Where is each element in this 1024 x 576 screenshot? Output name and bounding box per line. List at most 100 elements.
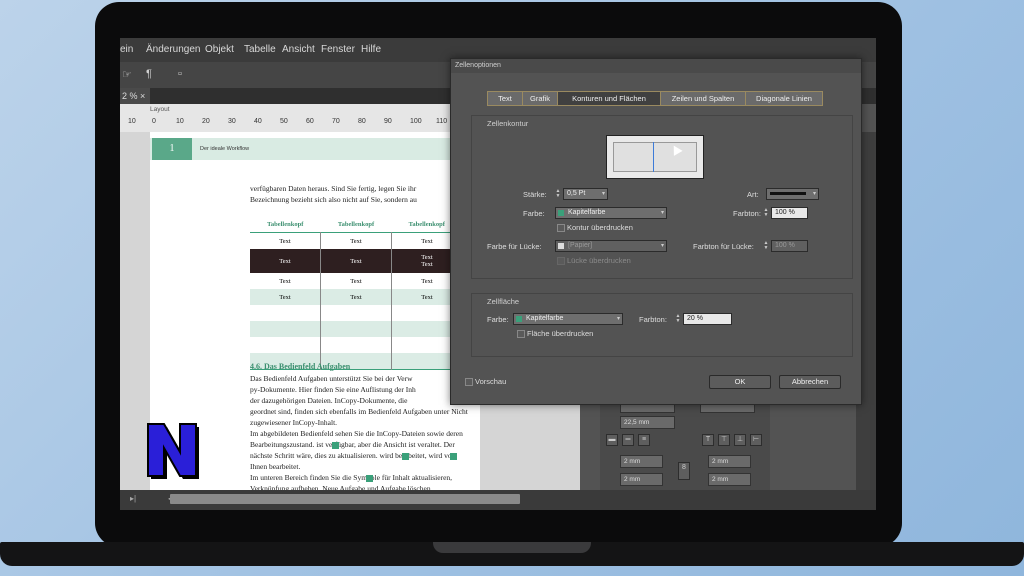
table-header: Tabellenkopf	[337, 220, 375, 228]
tab-diagonal-lines[interactable]: Diagonale Linien	[745, 91, 823, 106]
status-bar: ▸| ◂	[120, 490, 876, 510]
gap-tint-field[interactable]: 100 %	[771, 240, 808, 252]
table-cell[interactable]: Text	[250, 249, 321, 273]
tab-strokes-fills[interactable]: Konturen und Flächen	[557, 91, 661, 106]
table-cell[interactable]	[250, 305, 321, 321]
inset-top-field[interactable]: 2 mm	[620, 455, 663, 468]
content-table[interactable]: Tabellenkopf Tabellenkopf Tabellenkopf T…	[250, 216, 462, 370]
dialog-titlebar[interactable]: Zellenoptionen	[451, 59, 861, 73]
cell-fill-label: Zellfläche	[487, 297, 520, 306]
preview-checkbox[interactable]	[465, 378, 473, 386]
color-swatch	[558, 243, 564, 249]
table-cell[interactable]: Text	[250, 289, 321, 305]
stroke-tint-label: Farbton:	[733, 209, 761, 218]
menu-item-view[interactable]: Ansicht	[282, 44, 315, 55]
body-line: Das Bedienfeld Aufgaben unterstützt Sie …	[250, 374, 413, 383]
overprint-gap-label: Lücke überdrucken	[567, 256, 631, 265]
column-width-field[interactable]: 22,5 mm	[620, 416, 675, 429]
inset-right-field[interactable]: 2 mm	[708, 473, 751, 486]
layer-label: Layout	[150, 106, 170, 113]
overprint-fill-label: Fläche überdrucken	[527, 329, 594, 338]
color-swatch	[516, 316, 522, 322]
document-tab[interactable]: 2 % ×	[120, 88, 150, 104]
menu-item-edit[interactable]: ein	[120, 44, 133, 55]
weight-dropdown[interactable]: 0,5 Pt ▾	[563, 188, 608, 200]
stroke-proxy-preview[interactable]	[606, 135, 704, 179]
table-cell[interactable]	[320, 305, 392, 321]
overprint-fill-checkbox[interactable]	[517, 330, 525, 338]
link-insets-icon[interactable]: 8	[678, 462, 690, 480]
table-cell[interactable]: Text	[250, 273, 321, 289]
rotate-text-side-icon[interactable]: ⊢	[750, 434, 762, 446]
fill-color-value: Kapitelfarbe	[526, 315, 564, 322]
type-label: Art:	[747, 190, 759, 199]
tab-text[interactable]: Text	[487, 91, 523, 106]
text-frame-icon[interactable]: ☞	[122, 68, 132, 81]
body-line: Bezeichnung bezieht sich also nicht auf …	[250, 195, 417, 204]
menu-item-table[interactable]: Tabelle	[244, 44, 276, 55]
overprint-gap-checkbox[interactable]	[557, 257, 565, 265]
stroke-tint-field[interactable]: 100 %	[771, 207, 808, 219]
chevron-down-icon: ▾	[812, 191, 816, 197]
rotate-text-down-icon[interactable]: ⊥	[734, 434, 746, 446]
table-cell[interactable]: Text	[320, 289, 392, 305]
menu-item-window[interactable]: Fenster	[321, 44, 355, 55]
body-line: geordnet sind, finden sich ebenfalls im …	[250, 407, 468, 416]
align-top-icon[interactable]: ▬	[606, 434, 618, 446]
overprint-stroke-checkbox[interactable]	[557, 224, 565, 232]
table-cell[interactable]	[320, 321, 392, 337]
inset-left-field[interactable]: 2 mm	[708, 455, 751, 468]
gap-color-dropdown[interactable]: [Papier] ▾	[555, 240, 667, 252]
ruler-tick: 10	[176, 118, 184, 125]
page-nav-icon[interactable]: ▸|	[130, 494, 136, 503]
align-bottom-icon[interactable]: ≡	[638, 434, 650, 446]
table-cell[interactable]: Text	[320, 249, 392, 273]
text-direction-icon[interactable]: T	[702, 434, 714, 446]
gap-color-value: [Papier]	[568, 242, 593, 249]
cancel-button[interactable]: Abbrechen	[779, 375, 841, 389]
table-cell[interactable]	[320, 337, 392, 353]
stroke-color-dropdown[interactable]: Kapitelfarbe ▾	[555, 207, 667, 219]
section-heading: 4.6. Das Bedienfeld Aufgaben	[250, 362, 351, 371]
ruler-tick: 80	[358, 118, 366, 125]
body-line: zugewiesener InCopy-Inhalt.	[250, 418, 338, 427]
stroke-type-dropdown[interactable]: ▾	[766, 188, 819, 200]
inset-bottom-field[interactable]: 2 mm	[620, 473, 663, 486]
ok-button[interactable]: OK	[709, 375, 771, 389]
fill-tint-stepper[interactable]: ▲ ▼	[675, 314, 681, 324]
weight-label: Stärke:	[523, 190, 547, 199]
chevron-down-icon: ▾	[660, 210, 664, 216]
paragraph-icon[interactable]: ¶	[146, 68, 152, 80]
menu-item-changes[interactable]: Änderungen	[146, 44, 201, 55]
menu-item-object[interactable]: Objekt	[205, 44, 234, 55]
fill-color-dropdown[interactable]: Kapitelfarbe ▾	[513, 313, 623, 325]
fill-tint-field[interactable]: 20 %	[683, 313, 732, 325]
tint-stepper[interactable]: ▲ ▼	[763, 208, 769, 218]
screen: ein Änderungen Objekt Tabelle Ansicht Fe…	[120, 38, 876, 510]
weight-stepper[interactable]: ▲ ▼	[555, 189, 561, 199]
table-cell[interactable]	[250, 321, 321, 337]
table-cell[interactable]: Text	[250, 233, 321, 250]
ruler-tick: 60	[306, 118, 314, 125]
fill-color-label: Farbe:	[487, 315, 509, 324]
ruler-tick: 90	[384, 118, 392, 125]
rotate-text-icon[interactable]: ⊤	[718, 434, 730, 446]
channel-logo-icon	[147, 423, 199, 479]
table-cell[interactable]: Text	[320, 273, 392, 289]
ruler-tick: 40	[254, 118, 262, 125]
align-center-icon[interactable]: ═	[622, 434, 634, 446]
chapter-header-bar	[150, 138, 450, 160]
status-available-icon	[332, 442, 339, 449]
table-header: Tabellenkopf	[267, 220, 304, 228]
menu-item-help[interactable]: Hilfe	[361, 44, 381, 55]
tab-rows-columns[interactable]: Zeilen und Spalten	[660, 91, 746, 106]
frame-icon[interactable]: ▫	[178, 68, 182, 80]
table-cell[interactable]	[250, 337, 321, 353]
proxy-selected-line[interactable]	[653, 142, 654, 172]
gap-tint-stepper[interactable]: ▲ ▼	[763, 241, 769, 251]
stroke-color-label: Farbe:	[523, 209, 545, 218]
table-cell[interactable]: Text	[320, 232, 392, 249]
tab-graphic[interactable]: Grafik	[522, 91, 558, 106]
ruler-tick: 10	[128, 118, 136, 125]
horizontal-scrollbar[interactable]	[170, 494, 520, 504]
